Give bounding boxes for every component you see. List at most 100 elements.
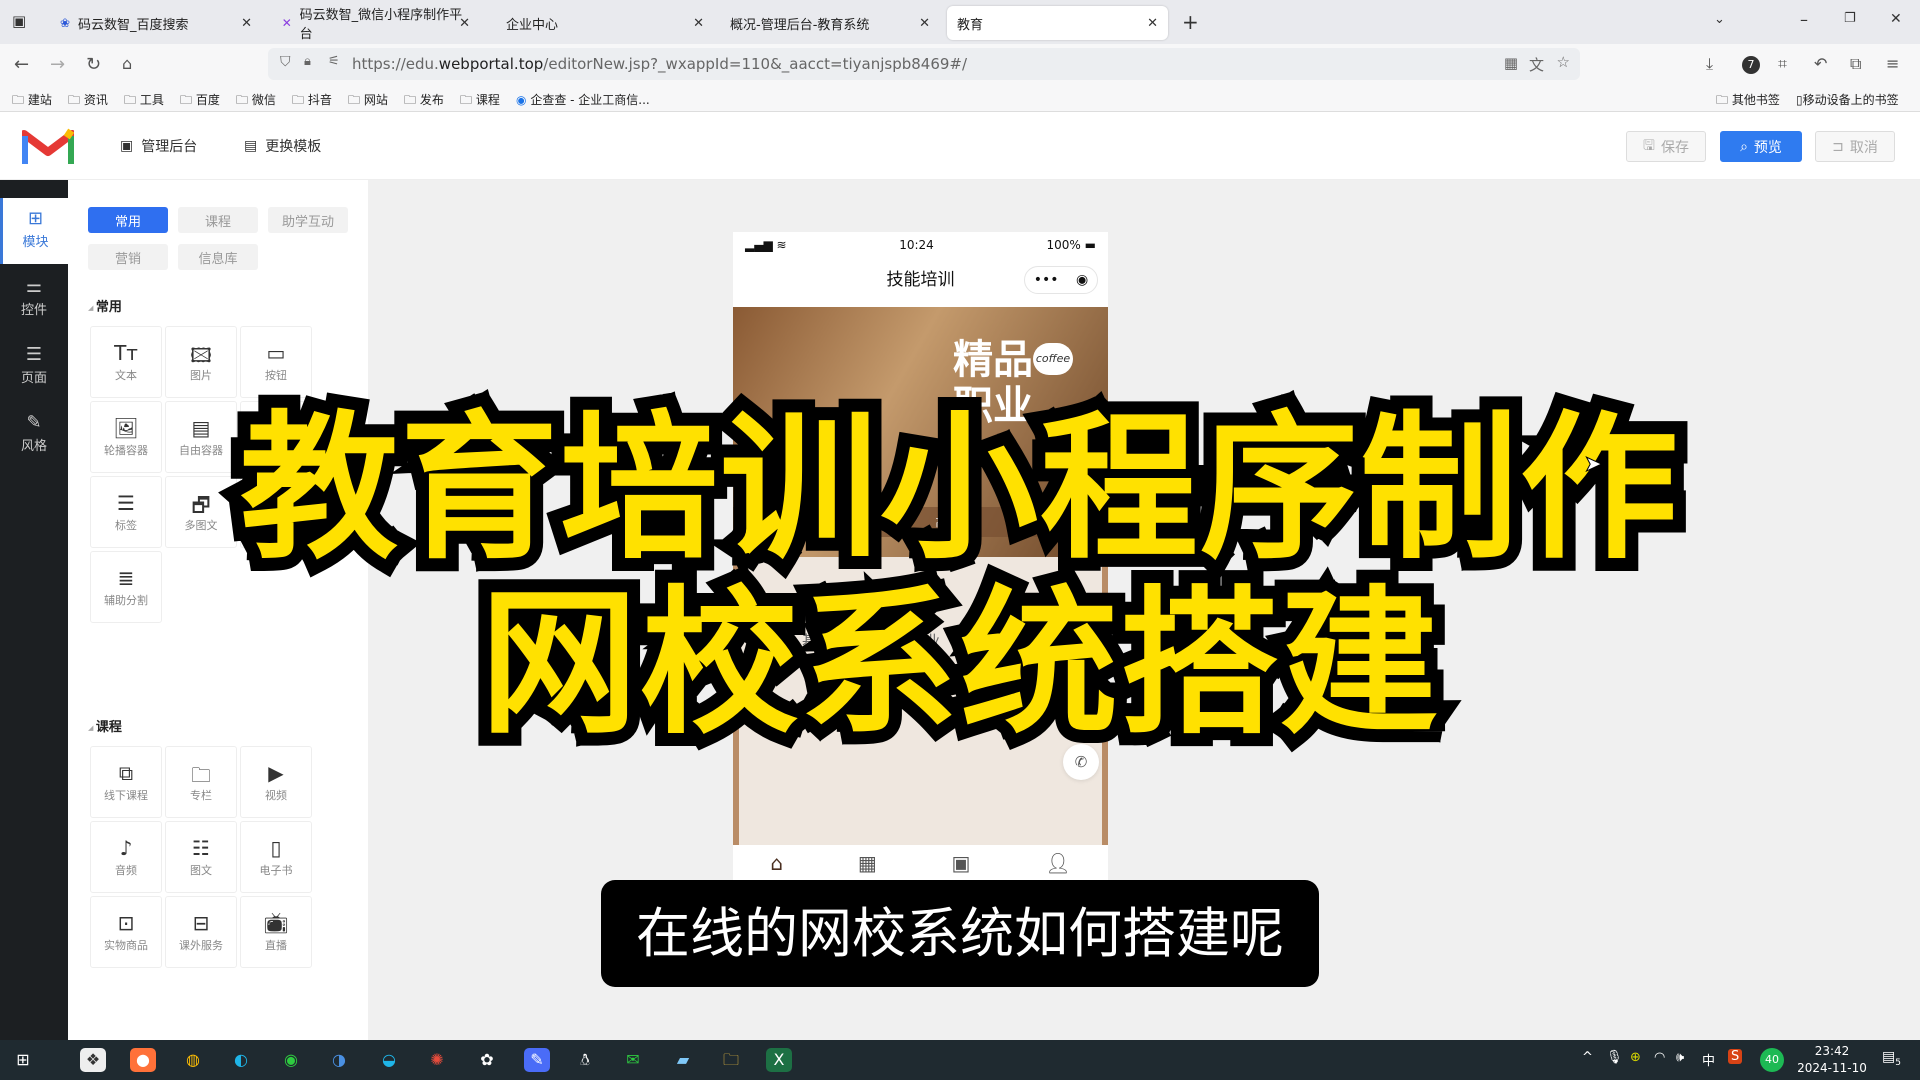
back-button[interactable]: ←: [14, 54, 29, 75]
module-icon: ⊡: [117, 911, 135, 935]
module-label: 电子书: [259, 864, 293, 877]
bookmark-folder[interactable]: 🗀︎ 抖音: [292, 91, 332, 112]
mobile-bookmarks[interactable]: ▯移动设备上的书签: [1796, 91, 1899, 108]
close-icon[interactable]: ✕: [459, 16, 470, 31]
clock[interactable]: 23:42 2024-11-10: [1792, 1043, 1872, 1077]
x-logo-icon: ✕: [281, 16, 292, 30]
bookmark-folder[interactable]: 🗀︎ 微信: [236, 91, 276, 112]
capsule-menu[interactable]: ••• ◉: [1024, 266, 1098, 294]
change-template-link[interactable]: ▤ 更换模板: [244, 136, 321, 156]
app-icon[interactable]: ◑: [326, 1048, 352, 1072]
forward-button[interactable]: →: [50, 54, 65, 75]
bookmark-folder[interactable]: 🗀︎ 课程: [460, 91, 500, 112]
settings-icon[interactable]: ✿: [474, 1048, 500, 1072]
browser-tab[interactable]: ❀ 码云数智_百度搜索 ✕: [48, 6, 262, 40]
app-icon[interactable]: ❖: [80, 1048, 106, 1072]
search-icon: ⌕: [1740, 138, 1748, 155]
app-icon[interactable]: ✺: [424, 1048, 450, 1072]
menu-icon[interactable]: ≡: [1886, 54, 1899, 73]
tab-list-icon[interactable]: ▣: [12, 12, 26, 30]
translate-icon[interactable]: 文: [1529, 54, 1544, 75]
save-button[interactable]: 🖫︎ 保存: [1626, 131, 1706, 162]
bookmark-folder[interactable]: 🗀︎ 资讯: [68, 91, 108, 112]
sidebar-item-controls[interactable]: ⚌ 控件: [0, 266, 68, 332]
tray-app-icon[interactable]: ⊕: [1630, 1050, 1641, 1065]
undo-icon[interactable]: ↶: [1814, 54, 1827, 73]
extension-badge-icon[interactable]: 7: [1742, 56, 1760, 74]
volume-icon[interactable]: 🕪︎: [1676, 1050, 1684, 1065]
excel-icon[interactable]: X: [766, 1048, 792, 1072]
site-settings-icon[interactable]: ⚟: [328, 54, 340, 69]
close-icon[interactable]: ✕: [241, 16, 252, 31]
close-icon[interactable]: ✕: [1147, 16, 1158, 31]
close-icon[interactable]: ✕: [919, 16, 930, 31]
tray-badge[interactable]: 40: [1760, 1048, 1784, 1072]
tab-title: 码云数智_微信小程序制作平台: [299, 8, 463, 42]
close-window-button[interactable]: ✕: [1890, 11, 1902, 27]
download-icon[interactable]: ⤓: [1706, 54, 1713, 74]
bookmark-folder[interactable]: 🗀︎ 建站: [12, 91, 52, 112]
bookmark-star-icon[interactable]: ☆: [1557, 53, 1570, 71]
panel-tab-course[interactable]: 课程: [178, 207, 258, 233]
module-card[interactable]: ⊟ 课外服务: [165, 896, 237, 968]
qr-code-icon[interactable]: ▦: [1504, 54, 1518, 72]
cancel-button[interactable]: ⊐ 取消: [1815, 131, 1895, 162]
wifi-icon[interactable]: ◠: [1654, 1050, 1665, 1065]
panel-tab-marketing[interactable]: 营销: [88, 244, 168, 270]
panel-tab-info[interactable]: 信息库: [178, 244, 258, 270]
panel-tab-common[interactable]: 常用: [88, 207, 168, 233]
app-icon[interactable]: ▰: [670, 1048, 696, 1072]
bookmark-folder[interactable]: 🗀︎ 百度: [180, 91, 220, 112]
module-card[interactable]: ▯ 电子书: [240, 821, 312, 893]
home-button[interactable]: ⌂: [122, 54, 132, 73]
browser-tab[interactable]: 概况-管理后台-教育系统 ✕: [720, 6, 940, 40]
start-icon[interactable]: ⊞: [10, 1048, 36, 1072]
address-bar[interactable]: ⛉ 🔒︎ ⚟ https://edu. webportal.top/editorN…: [268, 48, 1580, 80]
sogou-icon[interactable]: S: [1728, 1049, 1743, 1064]
bookmark-folder[interactable]: 🗀︎ 网站: [348, 91, 388, 112]
tab-dropdown-icon[interactable]: ⌄: [1714, 12, 1725, 27]
extensions-icon[interactable]: ⧉: [1850, 54, 1861, 74]
bookmark-link[interactable]: ◉ 企查查 - 企业工商信...: [516, 91, 650, 108]
sidebar-item-modules[interactable]: ⊞ 模块: [0, 198, 68, 264]
grid-icon[interactable]: ▦: [858, 851, 877, 875]
app-icon[interactable]: ✎: [524, 1048, 550, 1072]
user-icon[interactable]: 👤︎: [1045, 851, 1070, 875]
crop-icon[interactable]: ⌗: [1778, 54, 1787, 74]
bookmark-folder[interactable]: 🗀︎ 其他书签: [1716, 91, 1780, 112]
restore-button[interactable]: ❐: [1844, 11, 1856, 26]
ime-indicator[interactable]: 中: [1702, 1050, 1715, 1069]
edge-icon[interactable]: ◐: [228, 1048, 254, 1072]
module-icon: ☷: [192, 836, 210, 860]
minimize-button[interactable]: –: [1800, 10, 1808, 29]
preview-button[interactable]: ⌕ 预览: [1720, 131, 1802, 162]
reload-button[interactable]: ↻: [86, 54, 101, 75]
home-icon[interactable]: ⌂: [770, 851, 783, 875]
mic-icon[interactable]: 🎙︎: [1606, 1050, 1623, 1065]
url-host: webportal.top: [438, 55, 544, 73]
close-icon[interactable]: ✕: [693, 16, 704, 31]
notifications-icon[interactable]: ▤5: [1882, 1049, 1901, 1068]
module-card[interactable]: ⊡ 实物商品: [90, 896, 162, 968]
qq-icon[interactable]: 🐧︎: [572, 1048, 598, 1072]
tray-chevron-icon[interactable]: ^: [1582, 1050, 1593, 1065]
browser-tab[interactable]: ✕ 码云数智_微信小程序制作平台 ✕: [270, 6, 480, 42]
bookmark-folder[interactable]: 🗀︎ 工具: [124, 91, 164, 112]
browser-tab-active[interactable]: 教育 ✕: [947, 6, 1168, 40]
panel-tab-interaction[interactable]: 助学互动: [268, 207, 348, 233]
bookmark-folder[interactable]: 🗀︎ 发布: [404, 91, 444, 112]
module-card[interactable]: ♪ 音频: [90, 821, 162, 893]
tab-title: 教育: [957, 17, 984, 33]
admin-link[interactable]: ▣ 管理后台: [120, 136, 197, 156]
folder-icon[interactable]: 🗀︎: [718, 1048, 744, 1072]
app-icon[interactable]: ◉: [278, 1048, 304, 1072]
firefox-icon[interactable]: ●: [130, 1048, 156, 1072]
browser-tab[interactable]: 企业中心 ✕: [496, 6, 714, 40]
wechat-icon[interactable]: ✉: [620, 1048, 646, 1072]
module-card[interactable]: 📺︎ 直播: [240, 896, 312, 968]
new-tab-button[interactable]: +: [1182, 10, 1199, 34]
app-icon[interactable]: ◒: [376, 1048, 402, 1072]
calendar-icon[interactable]: ▣: [952, 851, 971, 875]
chrome-icon[interactable]: ◍: [180, 1048, 206, 1072]
module-card[interactable]: ☷ 图文: [165, 821, 237, 893]
